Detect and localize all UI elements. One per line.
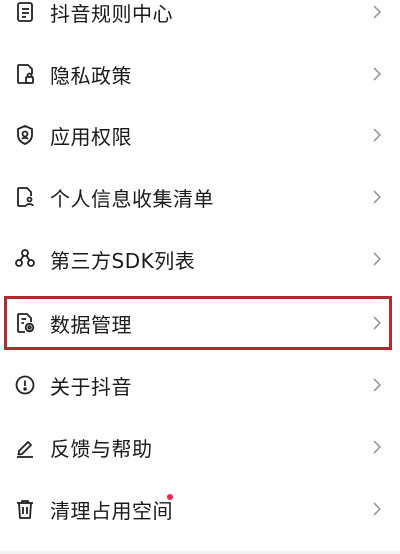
- settings-item-privacy-policy[interactable]: 隐私政策: [0, 54, 400, 94]
- settings-item-label: 应用权限: [50, 124, 132, 149]
- sdk-nodes-icon: [14, 248, 36, 270]
- chevron-right-icon: [370, 124, 384, 146]
- settings-item-about[interactable]: 关于抖音: [0, 365, 400, 405]
- chevron-right-icon: [370, 436, 384, 458]
- settings-item-label: 反馈与帮助: [50, 436, 153, 461]
- data-management-icon: [14, 312, 36, 334]
- chevron-right-icon: [370, 498, 384, 520]
- settings-item-clear-storage[interactable]: 清理占用空间: [0, 489, 400, 529]
- chevron-right-icon: [370, 63, 384, 85]
- privacy-lock-icon: [14, 63, 36, 85]
- personal-info-document-icon: [14, 186, 36, 208]
- settings-list: 抖音规则中心 隐私政策 应用权限 个人信息收集清单 第三方SDK列表 数据管理 …: [0, 0, 400, 554]
- chevron-right-icon: [370, 248, 384, 270]
- chevron-right-icon: [370, 374, 384, 396]
- settings-item-label: 数据管理: [50, 312, 132, 337]
- settings-item-app-permissions[interactable]: 应用权限: [0, 115, 400, 155]
- settings-item-label: 抖音规则中心: [50, 1, 173, 26]
- settings-item-label: 关于抖音: [50, 374, 132, 399]
- settings-item-third-party-sdk[interactable]: 第三方SDK列表: [0, 239, 400, 279]
- chevron-right-icon: [370, 1, 384, 23]
- settings-item-feedback-help[interactable]: 反馈与帮助: [0, 427, 400, 467]
- permission-shield-icon: [14, 124, 36, 146]
- settings-item-label: 隐私政策: [50, 63, 132, 88]
- notification-dot: [167, 494, 173, 500]
- settings-item-rules-center[interactable]: 抖音规则中心: [0, 0, 400, 32]
- feedback-pen-icon: [14, 436, 36, 458]
- settings-item-label: 清理占用空间: [50, 498, 173, 523]
- settings-item-data-management[interactable]: 数据管理: [0, 303, 400, 343]
- chevron-right-icon: [370, 312, 384, 334]
- chevron-right-icon: [370, 186, 384, 208]
- info-circle-icon: [14, 374, 36, 396]
- settings-item-personal-info-list[interactable]: 个人信息收集清单: [0, 177, 400, 217]
- settings-item-label: 第三方SDK列表: [50, 248, 196, 273]
- rules-document-icon: [14, 1, 36, 23]
- trash-icon: [14, 498, 36, 520]
- settings-item-label: 个人信息收集清单: [50, 186, 214, 211]
